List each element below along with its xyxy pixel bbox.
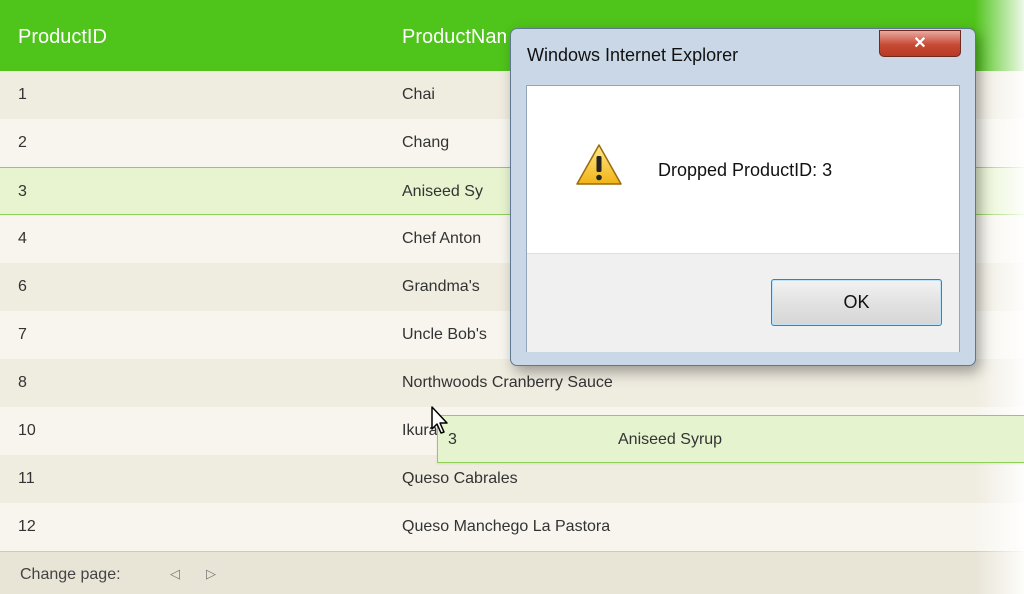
prev-page-icon[interactable]: ◁ [170, 566, 180, 582]
ok-button[interactable]: OK [771, 279, 942, 326]
cell-productid: 7 [18, 326, 27, 343]
cell-productname: Aniseed Sy [402, 183, 483, 200]
close-icon: ✕ [913, 35, 927, 52]
dialog-footer: OK [527, 253, 959, 352]
dialog-body: Dropped ProductID: 3 OK [526, 85, 960, 352]
ghost-productname: Aniseed Syrup [618, 431, 723, 448]
mouse-cursor-icon [431, 406, 448, 434]
pager-label: Change page: [20, 566, 121, 583]
close-button[interactable]: ✕ [879, 30, 961, 57]
cell-productid: 8 [18, 374, 27, 391]
cell-productid: 10 [18, 422, 36, 439]
next-page-icon[interactable]: ▷ [206, 566, 216, 582]
alert-dialog: Windows Internet Explorer ✕ Dropped Prod… [510, 28, 976, 366]
dialog-message: Dropped ProductID: 3 [658, 160, 833, 180]
cell-productname: Chang [402, 134, 450, 151]
cell-productname: Chef Anton [402, 230, 482, 247]
cell-productname: Grandma's [402, 278, 480, 295]
cell-productname: Queso Manchego La Pastora [402, 518, 611, 535]
dialog-title: Windows Internet Explorer [527, 45, 739, 65]
cell-productid: 11 [18, 470, 35, 487]
cell-productid: 1 [18, 86, 27, 103]
cell-productid: 3 [18, 183, 27, 200]
table-row[interactable]: 12 Queso Manchego La Pastora [0, 503, 1024, 551]
cell-productid: 12 [18, 518, 36, 535]
cell-productname: Uncle Bob's [402, 326, 487, 343]
cell-productid: 6 [18, 278, 27, 295]
table-row[interactable]: 8 Northwoods Cranberry Sauce [0, 359, 1024, 407]
cell-productname: Queso Cabrales [402, 470, 518, 487]
cell-productname: Chai [402, 86, 435, 103]
pager: Change page: ◁ ▷ [0, 551, 1024, 594]
column-header-productname[interactable]: ProductName [402, 26, 506, 49]
column-header-productid[interactable]: ProductID [18, 26, 107, 49]
cell-productid: 4 [18, 230, 27, 247]
drag-ghost-row[interactable]: 3 Aniseed Syrup [437, 415, 1024, 463]
warning-icon [576, 144, 622, 185]
cell-productname: Northwoods Cranberry Sauce [402, 374, 613, 391]
cell-productid: 2 [18, 134, 27, 151]
